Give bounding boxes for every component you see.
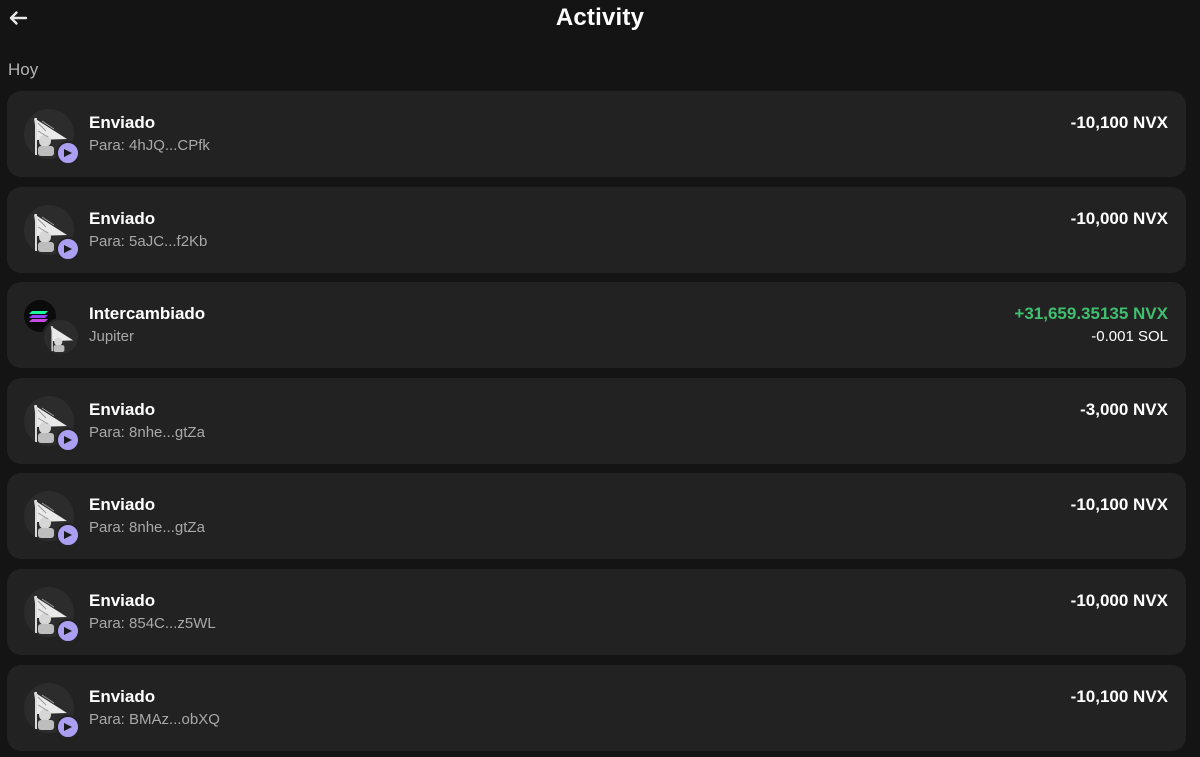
token-avatar: [24, 491, 80, 548]
header: Activity: [0, 0, 1200, 40]
activity-title: Intercambiado: [89, 304, 206, 324]
send-arrow-icon: [56, 427, 80, 452]
activity-amount: -10,100 NVX: [1070, 686, 1168, 706]
nvx-token-icon: [42, 318, 80, 357]
activity-recipient: Para: 4hJQ...CPfk: [89, 137, 210, 154]
send-arrow-icon: [56, 523, 80, 548]
activity-row[interactable]: Enviado Para: BMAz...obXQ -10,100 NVX: [7, 664, 1186, 751]
token-avatar: [24, 586, 80, 643]
send-arrow-icon: [56, 714, 80, 739]
activity-recipient: Para: 8nhe...gtZa: [89, 423, 205, 441]
activity-amount: -10,000 NVX: [1070, 590, 1168, 610]
token-avatar: [24, 395, 80, 452]
activity-amount-received: +31,659.35135 NVX: [1014, 304, 1168, 324]
activity-recipient: Para: BMAz...obXQ: [89, 710, 220, 728]
activity-title: Enviado: [89, 399, 156, 419]
activity-source: Jupiter: [89, 328, 135, 346]
send-arrow-icon: [56, 141, 80, 165]
page-title: Activity: [555, 4, 645, 31]
activity-row[interactable]: Enviado Para: 854C...z5WL -10,000 NVX: [7, 568, 1186, 655]
activity-title: Enviado: [89, 495, 156, 515]
activity-title: Enviado: [89, 590, 156, 610]
activity-amount: -10,100 NVX: [1070, 495, 1168, 515]
activity-amount-spent: -0.001 SOL: [1091, 328, 1168, 346]
activity-recipient: Para: 8nhe...gtZa: [89, 519, 205, 537]
token-avatar: [24, 682, 80, 739]
activity-screen: Activity Hoy Enviado Para: 4hJQ...CPfk -…: [0, 0, 1200, 757]
send-arrow-icon: [56, 618, 80, 643]
activity-list: Enviado Para: 4hJQ...CPfk -10,100 NVX En…: [7, 91, 1186, 757]
swap-avatar: [24, 300, 80, 357]
activity-row[interactable]: Enviado Para: 4hJQ...CPfk -10,100 NVX: [7, 91, 1186, 177]
activity-row[interactable]: Enviado Para: 8nhe...gtZa -3,000 NVX: [7, 377, 1186, 464]
activity-title: Enviado: [89, 113, 156, 132]
activity-amount: -3,000 NVX: [1080, 399, 1168, 419]
activity-row[interactable]: Intercambiado Jupiter +31,659.35135 NVX …: [7, 282, 1186, 369]
activity-amount: -10,000 NVX: [1070, 208, 1168, 228]
activity-row[interactable]: Enviado Para: 5aJC...f2Kb -10,000 NVX: [7, 186, 1186, 273]
activity-title: Enviado: [89, 686, 156, 706]
section-label-today: Hoy: [8, 60, 39, 79]
activity-recipient: Para: 5aJC...f2Kb: [89, 232, 208, 250]
send-arrow-icon: [56, 236, 80, 261]
activity-recipient: Para: 854C...z5WL: [89, 614, 216, 632]
activity-title: Enviado: [89, 208, 156, 228]
token-avatar: [24, 109, 80, 165]
token-avatar: [24, 204, 80, 261]
activity-row[interactable]: Enviado Para: 8nhe...gtZa -10,100 NVX: [7, 473, 1186, 560]
activity-amount: -10,100 NVX: [1070, 113, 1168, 132]
